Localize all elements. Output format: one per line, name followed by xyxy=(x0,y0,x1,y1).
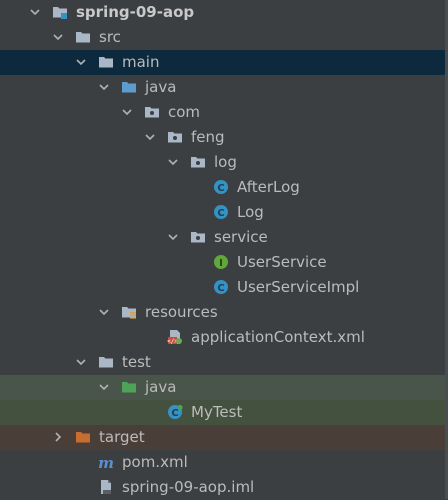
chevron-down-icon[interactable] xyxy=(53,32,63,42)
tree-node-label: resources xyxy=(145,303,218,321)
tree-node[interactable]: resources xyxy=(0,300,448,325)
module-folder-icon xyxy=(52,4,68,20)
folder-icon xyxy=(75,29,91,45)
folder-icon xyxy=(98,54,114,70)
chevron-down-icon[interactable] xyxy=(99,82,109,92)
package-icon xyxy=(190,154,206,170)
spring-xml-icon: </> xyxy=(167,329,183,345)
tree-node-label: MyTest xyxy=(191,403,243,421)
tree-node-label: Log xyxy=(237,203,264,221)
chevron-down-icon[interactable] xyxy=(99,307,109,317)
java-class-icon: C xyxy=(213,204,229,220)
tree-node[interactable]: service xyxy=(0,225,448,250)
chevron-down-icon[interactable] xyxy=(76,357,86,367)
tree-node[interactable]: I UserService xyxy=(0,250,448,275)
tree-node[interactable]: C AfterLog xyxy=(0,175,448,200)
package-icon xyxy=(167,129,183,145)
tree-node[interactable]: C UserServiceImpl xyxy=(0,275,448,300)
java-class-icon: C xyxy=(213,279,229,295)
chevron-right-icon[interactable] xyxy=(53,432,63,442)
tree-node[interactable]: spring-09-aop.iml xyxy=(0,475,448,500)
test-source-folder-icon xyxy=(121,379,137,395)
java-interface-icon: I xyxy=(213,254,229,270)
svg-text:C: C xyxy=(217,183,224,194)
tree-node-label: spring-09-aop.iml xyxy=(122,478,255,496)
svg-text:C: C xyxy=(217,208,224,219)
svg-text:I: I xyxy=(219,258,223,269)
chevron-down-icon[interactable] xyxy=(122,107,132,117)
resources-folder-icon xyxy=(121,304,137,320)
folder-icon xyxy=(98,354,114,370)
iml-file-icon xyxy=(98,479,114,495)
tree-node-label: java xyxy=(145,78,177,96)
tree-node-label: feng xyxy=(191,128,225,146)
java-class-icon: C xyxy=(213,179,229,195)
chevron-down-icon[interactable] xyxy=(76,57,86,67)
tree-node[interactable]: feng xyxy=(0,125,448,150)
tree-node-label: pom.xml xyxy=(122,453,188,471)
tree-node[interactable]: spring-09-aop xyxy=(0,0,448,25)
tree-node[interactable]: C Log xyxy=(0,200,448,225)
excluded-folder-icon xyxy=(75,429,91,445)
tree-node[interactable]: log xyxy=(0,150,448,175)
tree-node-label: AfterLog xyxy=(237,178,300,196)
maven-icon: m xyxy=(98,454,114,470)
tree-node-label: UserServiceImpl xyxy=(237,278,360,296)
tree-node-label: log xyxy=(214,153,237,171)
chevron-down-icon[interactable] xyxy=(145,132,155,142)
tree-node[interactable]: main xyxy=(0,50,448,75)
tree-node-label: target xyxy=(99,428,145,446)
tree-node[interactable]: target xyxy=(0,425,448,450)
tree-node[interactable]: src xyxy=(0,25,448,50)
chevron-down-icon[interactable] xyxy=(99,382,109,392)
tree-node[interactable]: m pom.xml xyxy=(0,450,448,475)
package-icon xyxy=(190,229,206,245)
chevron-down-icon[interactable] xyxy=(30,7,40,17)
tree-node-label: service xyxy=(214,228,268,246)
tree-node[interactable]: java xyxy=(0,375,448,400)
tree-node[interactable]: com xyxy=(0,100,448,125)
tree-node[interactable]: test xyxy=(0,350,448,375)
tree-node-label: spring-09-aop xyxy=(76,3,195,21)
tree-node[interactable]: java xyxy=(0,75,448,100)
tree-node-label: UserService xyxy=(237,253,327,271)
svg-text:C: C xyxy=(171,408,178,419)
svg-text:C: C xyxy=(217,283,224,294)
svg-text:m: m xyxy=(98,454,114,470)
tree-node-label: src xyxy=(99,28,121,46)
tree-node[interactable]: </> applicationContext.xml xyxy=(0,325,448,350)
tree-node-label: test xyxy=(122,353,151,371)
package-icon xyxy=(144,104,160,120)
tree-node-label: main xyxy=(122,53,160,71)
java-test-class-icon: C xyxy=(167,404,183,420)
tree-node-label: applicationContext.xml xyxy=(191,328,365,346)
tree-node-label: java xyxy=(145,378,177,396)
tree-node[interactable]: C MyTest xyxy=(0,400,448,425)
source-root-folder-icon xyxy=(121,79,137,95)
chevron-down-icon[interactable] xyxy=(168,157,178,167)
chevron-down-icon[interactable] xyxy=(168,232,178,242)
tree-node-label: com xyxy=(168,103,201,121)
